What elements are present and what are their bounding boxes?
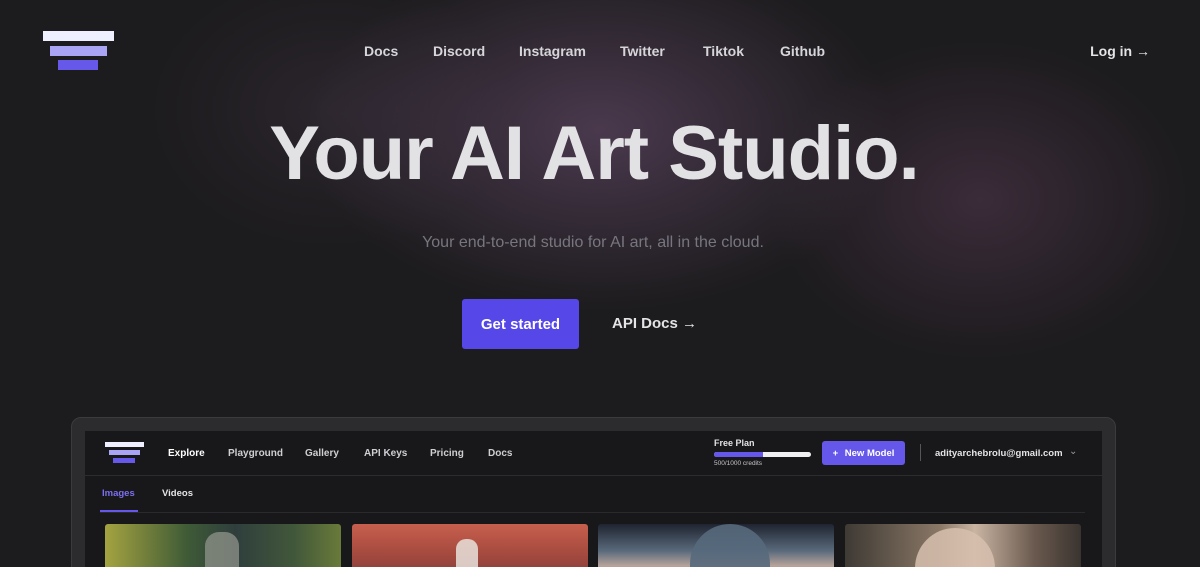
app-preview: Explore Playground Gallery API Keys Pric…	[85, 430, 1102, 567]
thumbnail-figure	[205, 532, 239, 567]
gallery-thumbnail[interactable]	[105, 524, 341, 567]
tab-images[interactable]: Images	[102, 488, 135, 499]
user-email[interactable]: adityarchebrolu@gmail.com	[935, 448, 1063, 459]
credits-progress-fill	[714, 452, 763, 457]
top-nav: Docs Discord Instagram Twitter Tiktok Gi…	[0, 43, 1200, 61]
gallery-thumbnail[interactable]	[598, 524, 834, 567]
hero-title: Your AI Art Studio.	[269, 111, 919, 196]
chevron-down-icon[interactable]: ⌄	[1069, 446, 1077, 457]
app-logo[interactable]	[105, 442, 145, 464]
thumbnail-figure	[456, 539, 478, 567]
header-divider	[920, 444, 921, 461]
nav-docs[interactable]: Docs	[364, 43, 398, 59]
nav-twitter[interactable]: Twitter	[620, 43, 665, 59]
app-nav-playground[interactable]: Playground	[228, 448, 283, 459]
logo-bar	[58, 60, 98, 70]
nav-github[interactable]: Github	[780, 43, 825, 59]
new-model-button[interactable]: + New Model	[822, 441, 905, 465]
nav-discord[interactable]: Discord	[433, 43, 485, 59]
logo-bar	[105, 442, 144, 447]
tab-divider	[100, 512, 1085, 513]
nav-instagram[interactable]: Instagram	[519, 43, 586, 59]
hero-subtitle: Your end-to-end studio for AI art, all i…	[422, 234, 764, 251]
api-docs-link[interactable]: API Docs →	[612, 315, 697, 332]
nav-tiktok[interactable]: Tiktok	[703, 43, 744, 59]
plan-usage: Free Plan 500/1000 credits	[714, 438, 814, 467]
logo-bar	[113, 458, 135, 463]
plus-icon: +	[832, 447, 839, 459]
app-header-divider	[85, 475, 1102, 476]
thumbnail-figure	[690, 524, 770, 567]
credits-progress	[714, 452, 811, 457]
tab-videos[interactable]: Videos	[162, 488, 193, 499]
logo-bar	[109, 450, 140, 455]
get-started-button[interactable]: Get started	[462, 299, 579, 349]
plan-title: Free Plan	[714, 438, 755, 448]
credits-label: 500/1000 credits	[714, 460, 763, 467]
login-link[interactable]: Log in →	[1090, 43, 1150, 59]
app-nav-explore[interactable]: Explore	[168, 448, 205, 459]
app-nav-pricing[interactable]: Pricing	[430, 448, 464, 459]
gallery-thumbnail[interactable]	[352, 524, 588, 567]
logo-bar	[43, 31, 114, 41]
new-model-label: New Model	[844, 447, 895, 459]
thumbnail-figure	[915, 528, 995, 567]
app-nav-docs[interactable]: Docs	[488, 448, 512, 459]
gallery-thumbnail[interactable]	[845, 524, 1081, 567]
app-nav-api-keys[interactable]: API Keys	[364, 448, 407, 459]
app-nav-gallery[interactable]: Gallery	[305, 448, 339, 459]
